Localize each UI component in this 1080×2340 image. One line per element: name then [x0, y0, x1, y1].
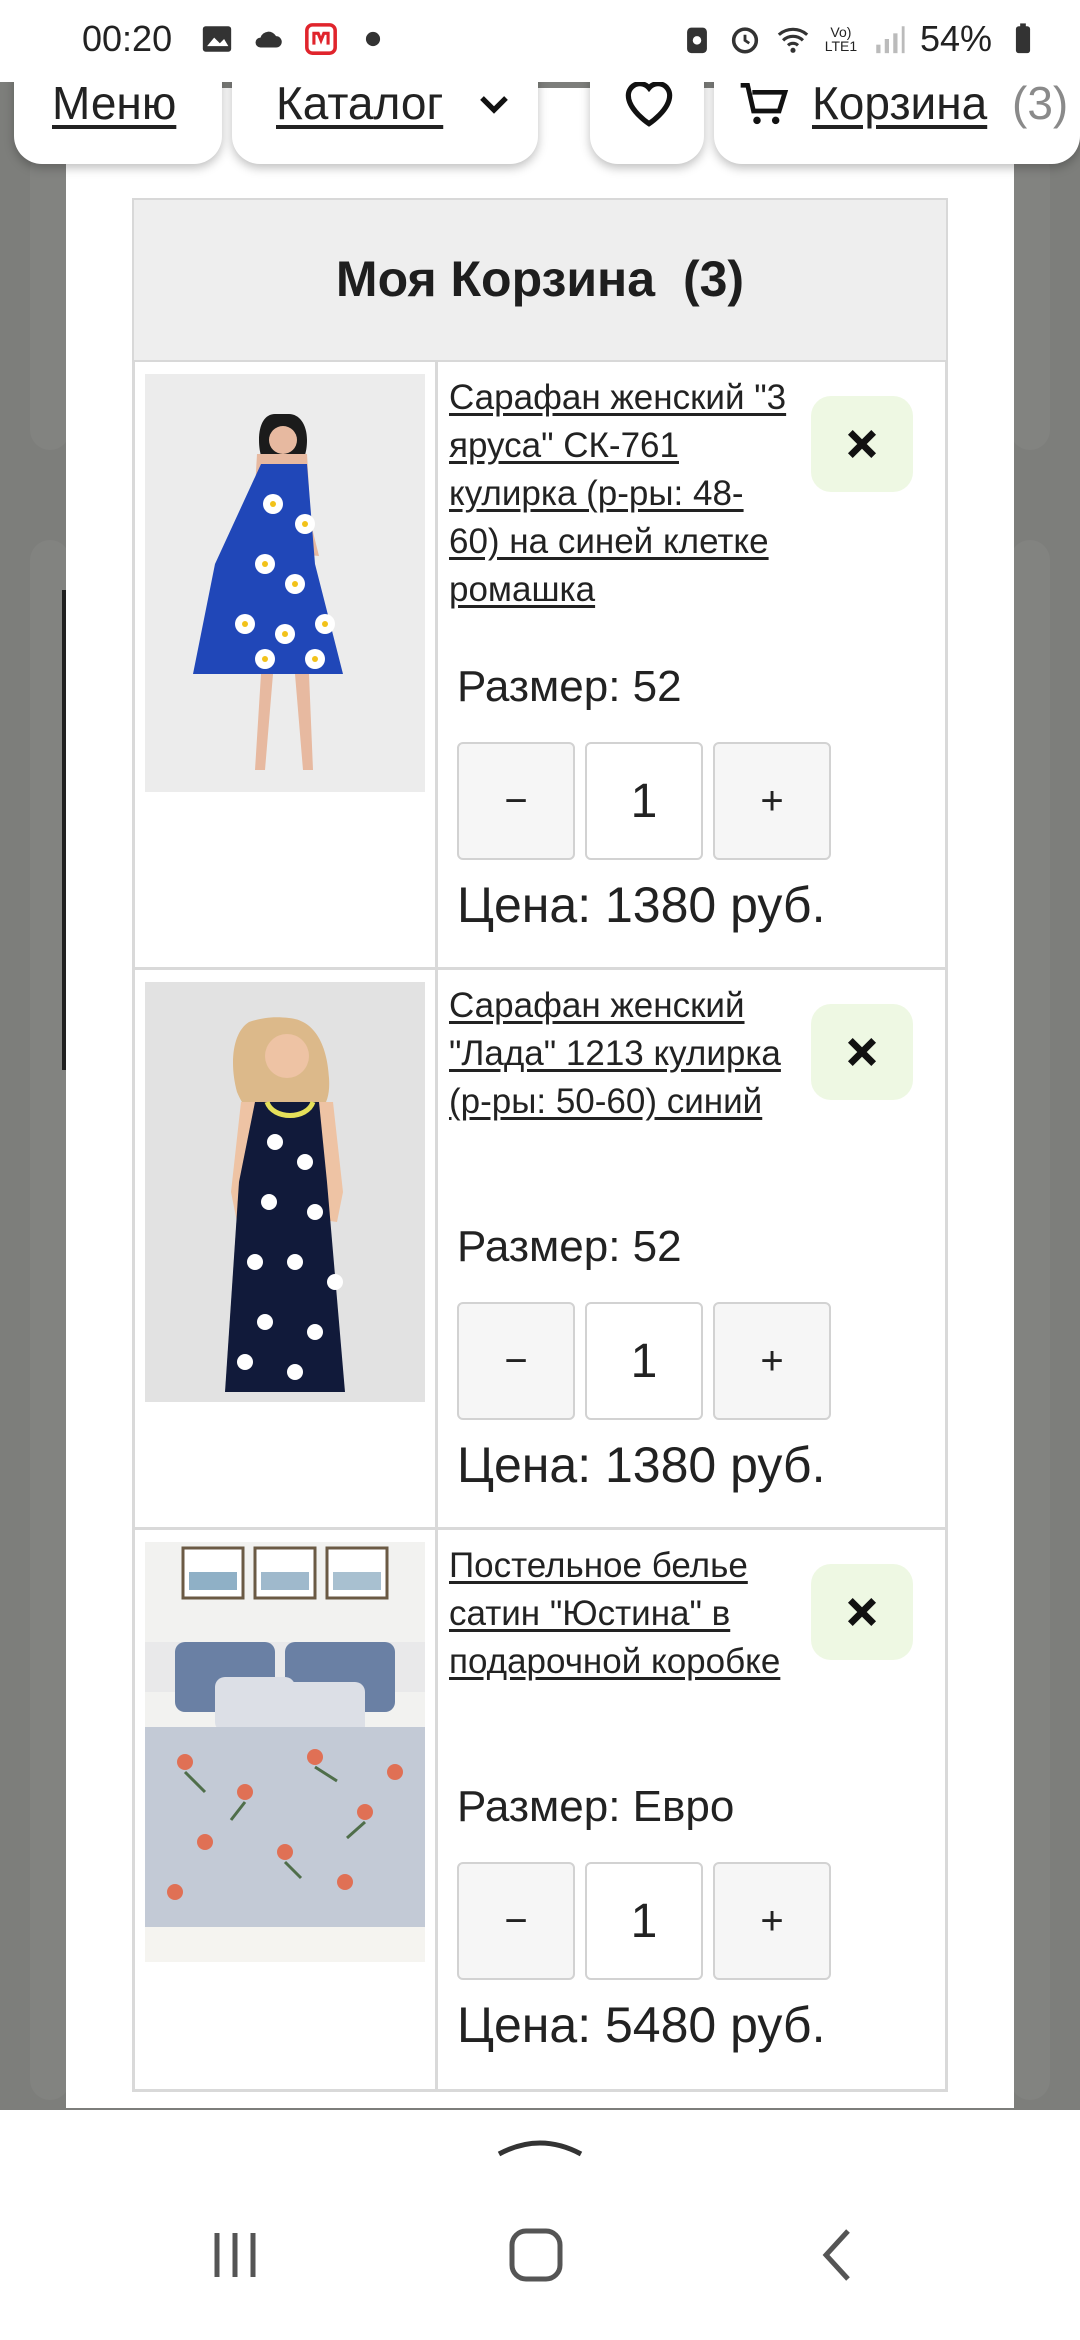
- product-link[interactable]: Сарафан женский "3 яруса" СК-761 кулирка…: [449, 374, 789, 614]
- cart-title-count: (3): [682, 251, 745, 307]
- cart-item: Сарафан женский "Лада" 1213 кулирка (р-р…: [132, 970, 948, 1530]
- item-size: Размер: 52: [457, 1222, 682, 1271]
- app-icon: [305, 23, 337, 55]
- battery-level: 54%: [919, 18, 992, 59]
- wifi-icon: [777, 27, 809, 53]
- bedding-image: [145, 1542, 425, 1962]
- alarm-icon: [731, 27, 759, 54]
- cart-icon: [740, 83, 789, 125]
- background-card: [1010, 150, 1050, 450]
- dress-image: [145, 374, 425, 792]
- home-icon[interactable]: [506, 2225, 566, 2285]
- cart-header: Моя Корзина (3): [132, 198, 948, 362]
- expand-handle-icon[interactable]: [495, 2130, 585, 2160]
- decrease-button[interactable]: −: [457, 1302, 575, 1420]
- quantity-stepper: − 1 +: [457, 742, 831, 860]
- close-icon: [847, 429, 877, 459]
- background-card: [1010, 540, 1050, 2100]
- item-price: Цена: 5480 руб.: [457, 1997, 826, 2053]
- product-image[interactable]: [145, 982, 425, 1402]
- quantity-input[interactable]: 1: [585, 1862, 703, 1980]
- gallery-icon: [202, 26, 232, 52]
- lock-icon: [687, 27, 707, 54]
- cell-divider: [435, 362, 438, 967]
- recent-apps-icon[interactable]: [205, 2225, 265, 2285]
- remove-item-button[interactable]: [811, 1564, 913, 1660]
- decrease-button[interactable]: −: [457, 1862, 575, 1980]
- cell-divider: [435, 1530, 438, 2089]
- network-label: Vo) LTE1: [824, 24, 858, 54]
- product-image[interactable]: [145, 374, 425, 792]
- background-card: [30, 150, 70, 450]
- item-price: Цена: 1380 руб.: [457, 877, 826, 933]
- cart-label: Корзина: [812, 77, 988, 129]
- signal-icon: [876, 26, 905, 54]
- cart-item: Постельное белье сатин "Юстина" в подаро…: [132, 1530, 948, 2092]
- notification-icons: [200, 22, 390, 56]
- cell-divider: [435, 970, 438, 1527]
- item-size: Размер: Евро: [457, 1782, 735, 1831]
- cart-count: (3): [1012, 77, 1069, 129]
- status-time: 00:20: [82, 18, 173, 59]
- product-link[interactable]: Постельное белье сатин "Юстина" в подаро…: [449, 1542, 789, 1686]
- remove-item-button[interactable]: [811, 396, 913, 492]
- item-size: Размер: 52: [457, 662, 682, 711]
- decrease-button[interactable]: −: [457, 742, 575, 860]
- catalog-label: Каталог: [276, 77, 444, 129]
- quantity-input[interactable]: 1: [585, 1302, 703, 1420]
- dot-icon: [365, 31, 381, 47]
- close-icon: [847, 1597, 877, 1627]
- increase-button[interactable]: +: [713, 742, 831, 860]
- status-bar: 00:20 Vo) LTE1 54%: [0, 0, 1080, 82]
- cart-title-text: Моя Корзина: [335, 251, 656, 307]
- quantity-stepper: − 1 +: [457, 1302, 831, 1420]
- quantity-stepper: − 1 +: [457, 1862, 831, 1980]
- product-image[interactable]: [145, 1542, 425, 1962]
- cart-title: Моя Корзина (3): [134, 250, 946, 308]
- cloud-icon: [255, 31, 282, 48]
- product-link[interactable]: Сарафан женский "Лада" 1213 кулирка (р-р…: [449, 982, 789, 1126]
- back-icon[interactable]: [810, 2225, 870, 2285]
- menu-label: Меню: [52, 77, 177, 129]
- increase-button[interactable]: +: [713, 1862, 831, 1980]
- quantity-input[interactable]: 1: [585, 742, 703, 860]
- close-icon: [847, 1037, 877, 1067]
- chevron-down-icon: [480, 96, 508, 114]
- system-icons: Vo) LTE1 54%: [680, 18, 1040, 60]
- remove-item-button[interactable]: [811, 1004, 913, 1100]
- cart-item: Сарафан женский "3 яруса" СК-761 кулирка…: [132, 362, 948, 970]
- item-price: Цена: 1380 руб.: [457, 1437, 826, 1493]
- battery-icon: [1015, 23, 1031, 54]
- increase-button[interactable]: +: [713, 1302, 831, 1420]
- dress-image: [145, 982, 425, 1402]
